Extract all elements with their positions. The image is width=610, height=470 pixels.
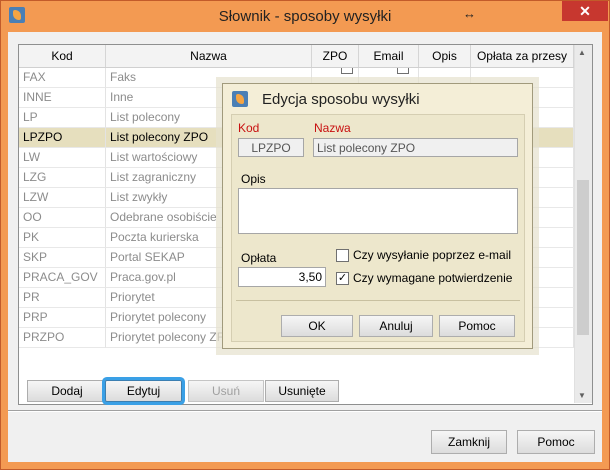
- oplata-field[interactable]: 3,50: [238, 267, 326, 287]
- kod-label: Kod: [238, 121, 260, 135]
- kod-field[interactable]: LPZPO: [238, 138, 304, 157]
- email-checkbox[interactable]: [336, 249, 349, 262]
- nazwa-label: Nazwa: [314, 121, 351, 135]
- help-button[interactable]: Pomoc: [517, 430, 595, 454]
- cell-kod: PRZPO: [19, 328, 106, 348]
- column-header-oplata[interactable]: Opłata za przesy: [471, 45, 574, 67]
- edit-button[interactable]: Edytuj: [105, 380, 182, 402]
- close-window-button[interactable]: ✕: [562, 1, 608, 21]
- scrollbar-thumb[interactable]: [577, 180, 589, 335]
- column-header-kod[interactable]: Kod: [19, 45, 106, 67]
- cell-kod: FAX: [19, 68, 106, 88]
- separator-highlight: [8, 411, 602, 412]
- cell-kod: OO: [19, 208, 106, 228]
- title-bar[interactable]: Słownik - sposoby wysyłki ↔ ✕: [1, 1, 609, 31]
- dialog-body: Kod Nazwa LPZPO List polecony ZPO Opis O…: [231, 114, 525, 342]
- ok-button[interactable]: OK: [281, 315, 353, 337]
- confirmation-checkbox[interactable]: ✓: [336, 272, 349, 285]
- cell-kod: PRP: [19, 308, 106, 328]
- close-button[interactable]: Zamknij: [431, 430, 507, 454]
- dialog-app-icon: [232, 91, 248, 107]
- cell-kod: SKP: [19, 248, 106, 268]
- delete-button[interactable]: Usuń: [188, 380, 264, 402]
- scroll-up-icon[interactable]: ▲: [578, 48, 586, 57]
- cell-kod: LPZPO: [19, 128, 106, 148]
- scroll-down-icon[interactable]: ▼: [578, 391, 586, 400]
- edit-shipping-dialog: Edycja sposobu wysyłki Kod Nazwa LPZPO L…: [222, 83, 533, 349]
- column-header-email[interactable]: Email: [359, 45, 419, 67]
- email-checkbox-partial[interactable]: [397, 68, 409, 74]
- main-window: Słownik - sposoby wysyłki ↔ ✕ Kod Nazwa …: [0, 0, 610, 470]
- confirmation-checkbox-label[interactable]: Czy wymagane potwierdzenie: [353, 271, 512, 285]
- grid-vertical-scrollbar[interactable]: ▲ ▼: [574, 45, 592, 403]
- add-button[interactable]: Dodaj: [27, 380, 107, 402]
- window-title: Słownik - sposoby wysyłki: [218, 8, 392, 25]
- cell-kod: INNE: [19, 88, 106, 108]
- zpo-checkbox-partial[interactable]: [341, 68, 353, 74]
- cell-kod: LZW: [19, 188, 106, 208]
- dialog-title-bar[interactable]: Edycja sposobu wysyłki: [223, 84, 532, 114]
- column-header-opis[interactable]: Opis: [419, 45, 471, 67]
- cell-kod: PK: [19, 228, 106, 248]
- grid-header: Kod Nazwa ZPO Email Opis Opłata za przes…: [19, 45, 574, 68]
- cancel-button[interactable]: Anuluj: [359, 315, 433, 337]
- nazwa-field[interactable]: List polecony ZPO: [313, 138, 518, 157]
- dialog-separator: [236, 300, 520, 301]
- dialog-help-button[interactable]: Pomoc: [439, 315, 515, 337]
- cell-kod: LP: [19, 108, 106, 128]
- column-header-nazwa[interactable]: Nazwa: [106, 45, 312, 67]
- cell-kod: LZG: [19, 168, 106, 188]
- column-header-zpo[interactable]: ZPO: [312, 45, 359, 67]
- opis-label: Opis: [241, 172, 266, 186]
- email-checkbox-label[interactable]: Czy wysyłanie poprzez e-mail: [353, 248, 511, 262]
- dialog-title: Edycja sposobu wysyłki: [262, 91, 420, 108]
- deleted-button[interactable]: Usunięte: [265, 380, 339, 402]
- cell-kod: PR: [19, 288, 106, 308]
- oplata-label: Opłata: [241, 251, 277, 265]
- resize-icon: ↔: [463, 6, 476, 21]
- opis-textarea[interactable]: [238, 188, 518, 234]
- cell-kod: PRACA_GOV: [19, 268, 106, 288]
- cell-kod: LW: [19, 148, 106, 168]
